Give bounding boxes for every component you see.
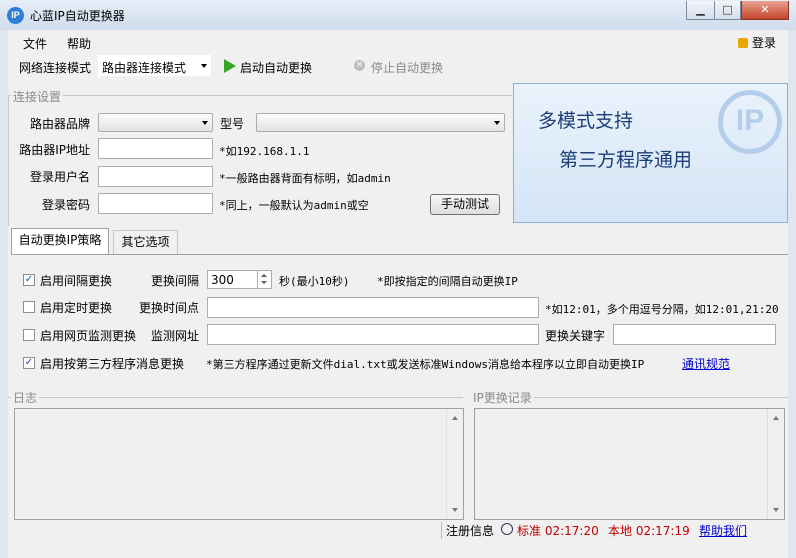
menu-file[interactable]: 文件 [23,35,47,52]
username-hint: *一般路由器背面有标明，如admin [219,172,391,185]
ip-logo-icon: IP [718,90,782,154]
timed-checkbox[interactable] [23,301,35,313]
timed-label: 启用定时更换 [40,301,113,315]
minimize-icon: ▁ [696,3,705,16]
log-group-line [8,397,463,399]
interval-stepper[interactable]: 300 [207,270,272,289]
connection-mode-value: 路由器连接模式 [102,61,187,75]
timed-points-input[interactable] [207,297,539,318]
stepper-buttons[interactable] [257,271,271,288]
router-brand-label: 路由器品牌 [29,117,90,131]
spin-up-icon[interactable] [261,274,267,277]
interval-unit: 秒(最小10秒) [279,275,350,288]
router-ip-label: 路由器IP地址 [19,143,90,157]
webpage-label: 启用网页监测更换 [40,329,137,343]
connection-mode-select[interactable]: 路由器连接模式 [97,54,212,77]
tab-other-options[interactable]: 其它选项 [113,230,178,254]
maximize-icon: □ [722,3,733,16]
password-label: 登录密码 [41,198,90,212]
user-lock-icon [737,38,748,48]
interval-field-label: 更换间隔 [151,274,200,288]
keyword-label: 更换关键字 [545,329,606,343]
title-bar[interactable]: IP 心蓝IP自动更换器 ▁ □ ✕ [0,0,796,30]
chevron-down-icon [494,121,500,125]
play-icon[interactable] [224,59,236,73]
keyword-input[interactable] [613,324,776,345]
login-button[interactable]: 登录 [737,34,776,51]
scroll-down-icon[interactable] [452,508,458,512]
chevron-down-icon [202,121,208,125]
ip-history-list[interactable] [474,408,785,520]
password-hint: *同上，一般默认为admin或空 [219,199,369,212]
router-ip-input[interactable] [98,138,213,159]
manual-test-button[interactable]: 手动测试 [430,194,500,215]
thirdparty-label: 启用按第三方程序消息更换 [40,357,185,371]
connection-mode-label: 网络连接模式 [19,61,92,75]
help-us-link[interactable]: 帮助我们 [699,522,747,539]
interval-checkbox[interactable]: ✓ [23,274,35,286]
minimize-button[interactable]: ▁ [686,1,715,20]
protocol-spec-link[interactable]: 通讯规范 [682,355,730,372]
model-label: 型号 [220,117,245,131]
log-textarea[interactable] [14,408,464,520]
banner-line2: 第三方程序通用 [559,149,693,171]
connection-settings-title: 连接设置 [11,88,64,105]
client-area: 文件 帮助 登录 网络连接模式 路由器连接模式 启动自动更换 × 停止自动更换 … [8,30,788,558]
webpage-checkbox[interactable] [23,329,35,341]
monitor-url-label: 监测网址 [151,329,200,343]
thirdparty-checkbox[interactable]: ✓ [23,357,35,369]
app-logo-icon: IP [7,7,24,24]
scroll-up-icon[interactable] [773,416,779,420]
username-label: 登录用户名 [29,170,90,184]
ip-history-title: IP更换记录 [471,389,534,406]
app-window: IP 心蓝IP自动更换器 ▁ □ ✕ 文件 帮助 登录 网络连接模式 路由器连接… [0,0,796,558]
close-icon: ✕ [760,3,770,16]
tab-auto-change-strategy[interactable]: 自动更换IP策略 [11,228,109,254]
ip-history-scrollbar[interactable] [767,409,784,519]
window-title: 心蓝IP自动更换器 [30,9,125,23]
username-input[interactable] [98,166,213,187]
interval-value: 300 [211,273,234,287]
stop-auto-change-button: 停止自动更换 [371,61,444,75]
log-scrollbar[interactable] [446,409,463,519]
model-select[interactable] [256,113,505,132]
spin-down-icon[interactable] [261,281,267,284]
stop-icon: × [354,60,365,71]
password-input[interactable] [98,193,213,214]
promo-banner: 多模式支持 第三方程序通用 IP [513,83,788,223]
router-ip-hint: *如192.168.1.1 [219,145,310,158]
maximize-button[interactable]: □ [714,1,741,20]
chevron-down-icon [201,64,207,68]
monitor-url-input[interactable] [207,324,539,345]
timed-field-label: 更换时间点 [139,301,200,315]
login-label: 登录 [751,36,776,50]
scroll-down-icon[interactable] [773,508,779,512]
close-button[interactable]: ✕ [741,1,789,20]
local-time: 本地 02:17:19 [608,524,690,538]
router-brand-select[interactable] [98,113,213,132]
log-title: 日志 [11,389,40,406]
interval-hint: *即按指定的间隔自动更换IP [377,275,518,288]
interval-label: 启用间隔更换 [40,274,113,288]
start-auto-change-button[interactable]: 启动自动更换 [240,59,312,76]
thirdparty-hint: *第三方程序通过更新文件dial.txt或发送标准Windows消息给本程序以立… [206,358,645,371]
banner-line1: 多模式支持 [538,110,634,132]
status-bar: 注册信息 标准 02:17:20 本地 02:17:19 帮助我们 [8,522,788,558]
timed-hint: *如12:01，多个用逗号分隔，如12:01,21:20 [545,303,779,316]
standard-time: 标准 02:17:20 [517,524,599,538]
registration-info[interactable]: 注册信息 [441,522,494,539]
scroll-up-icon[interactable] [452,416,458,420]
clock-icon [501,523,513,535]
menu-help[interactable]: 帮助 [67,35,91,52]
